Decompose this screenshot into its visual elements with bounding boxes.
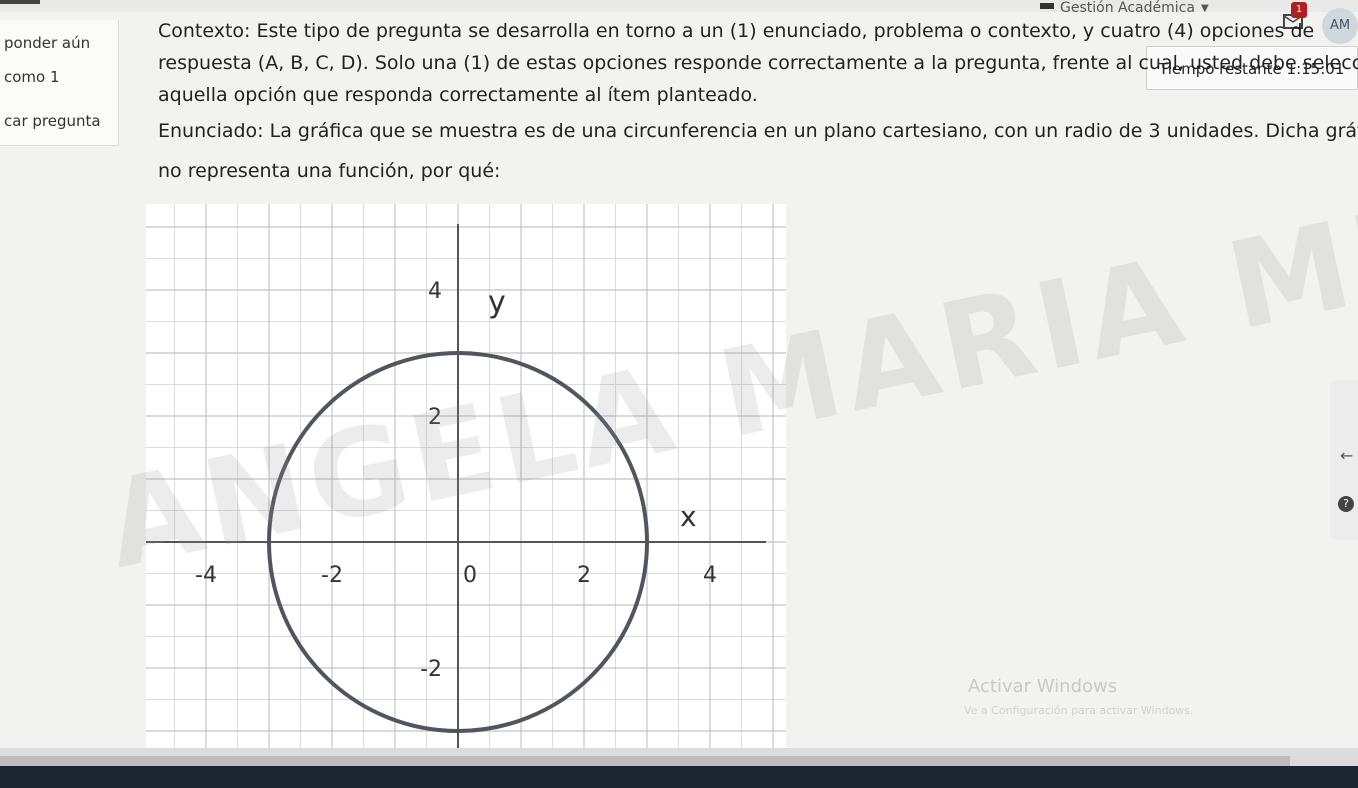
notification-badge: 1 xyxy=(1291,2,1307,18)
x-tick-label: 0 xyxy=(463,563,477,588)
question-sidebar: ponder aún como 1 car pregunta xyxy=(0,20,119,146)
y-tick-label: 4 xyxy=(428,279,442,304)
brand-icon xyxy=(1040,3,1054,9)
sidebar-item-status: ponder aún xyxy=(4,34,91,52)
y-tick-label: -2 xyxy=(420,657,442,682)
context-line-2: respuesta (A, B, C, D). Solo una (1) de … xyxy=(158,52,1358,74)
sidebar-item-flag-question[interactable]: car pregunta xyxy=(4,112,101,130)
windows-activation-subtitle: Ve a Configuración para activar Windows. xyxy=(964,704,1194,717)
statement-line-1: Enunciado: La gráfica que se muestra es … xyxy=(158,120,1358,142)
x-axis-label: x xyxy=(680,500,697,533)
chevron-down-icon: ▼ xyxy=(1200,2,1209,14)
brand-label: Gestión Académica xyxy=(1060,0,1195,16)
statement-line-2: no representa una función, por qué: xyxy=(158,160,501,182)
help-icon[interactable]: ? xyxy=(1338,496,1354,512)
x-tick-label: 2 xyxy=(577,563,591,588)
top-bar-mark xyxy=(0,0,40,4)
arrow-left-icon[interactable]: ← xyxy=(1340,446,1353,465)
x-tick-label: -2 xyxy=(321,563,343,588)
x-tick-label: 4 xyxy=(703,563,717,588)
context-line-3: aquella opción que responda correctament… xyxy=(158,84,758,106)
side-widget-panel: ← ? xyxy=(1330,380,1358,540)
sidebar-item-points: como 1 xyxy=(4,68,60,86)
y-axis-label: y xyxy=(488,285,506,320)
taskbar xyxy=(0,766,1358,788)
avatar[interactable]: AM xyxy=(1322,8,1358,44)
context-line-1: Contexto: Este tipo de pregunta se desar… xyxy=(158,20,1315,42)
brand-menu[interactable]: Gestión Académica ▼ xyxy=(1040,0,1209,16)
windows-activation-title: Activar Windows xyxy=(968,676,1118,697)
